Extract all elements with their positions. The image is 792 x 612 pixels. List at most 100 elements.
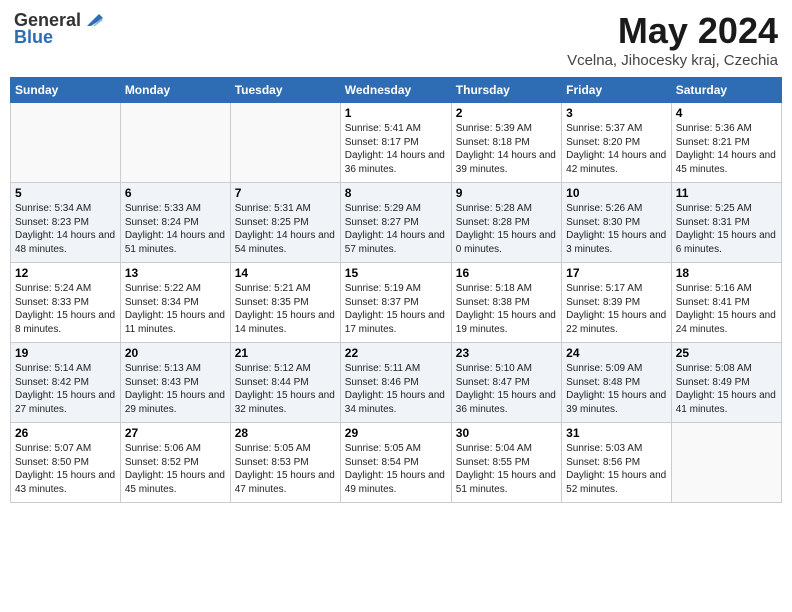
day-number: 12 [15, 266, 116, 280]
calendar-day-cell: 9 Sunrise: 5:28 AMSunset: 8:28 PMDaylight… [451, 183, 561, 263]
day-number: 31 [566, 426, 667, 440]
calendar-day-cell: 17Sunrise: 5:17 AMSunset: 8:39 PMDayligh… [562, 263, 672, 343]
day-number: 22 [345, 346, 447, 360]
calendar-day-cell: 16 Sunrise: 5:18 AMSunset: 8:38 PMDayligh… [451, 263, 561, 343]
day-info: Sunrise: 5:24 AMSunset: 8:33 PMDaylight:… [15, 282, 116, 336]
day-number: 25 [676, 346, 777, 360]
calendar-day-cell: 19 Sunrise: 5:14 AMSunset: 8:42 PMDayligh… [11, 343, 121, 423]
calendar-day-cell: 2 Sunrise: 5:39 AMSunset: 8:18 PMDaylight… [451, 103, 561, 183]
day-info: Sunrise: 5:28 AMSunset: 8:28 PMDaylight:… [456, 202, 557, 256]
day-number: 30 [456, 426, 557, 440]
day-number: 23 [456, 346, 557, 360]
calendar-table: SundayMondayTuesdayWednesdayThursdayFrid… [10, 77, 782, 503]
calendar-day-cell: 18 Sunrise: 5:16 AMSunset: 8:41 PMDayligh… [671, 263, 781, 343]
calendar-day-cell [230, 103, 340, 183]
day-info: Sunrise: 5:41 AMSunset: 8:17 PMDaylight:… [345, 122, 447, 176]
weekday-header: Monday [120, 78, 230, 103]
calendar-day-cell: 14Sunrise: 5:21 AMSunset: 8:35 PMDayligh… [230, 263, 340, 343]
day-number: 14 [235, 266, 336, 280]
calendar-day-cell: 10Sunrise: 5:26 AMSunset: 8:30 PMDayligh… [562, 183, 672, 263]
calendar-week-row: 5 Sunrise: 5:34 AMSunset: 8:23 PMDaylight… [11, 183, 782, 263]
day-info: Sunrise: 5:07 AMSunset: 8:50 PMDaylight:… [15, 442, 116, 496]
day-info: Sunrise: 5:36 AMSunset: 8:21 PMDaylight:… [676, 122, 777, 176]
day-number: 8 [345, 186, 447, 200]
logo-blue-text: Blue [14, 27, 53, 48]
calendar-day-cell: 20 Sunrise: 5:13 AMSunset: 8:43 PMDayligh… [120, 343, 230, 423]
day-number: 28 [235, 426, 336, 440]
calendar-day-cell: 7 Sunrise: 5:31 AMSunset: 8:25 PMDaylight… [230, 183, 340, 263]
calendar-day-cell: 8 Sunrise: 5:29 AMSunset: 8:27 PMDaylight… [340, 183, 451, 263]
calendar-day-cell: 4Sunrise: 5:36 AMSunset: 8:21 PMDaylight… [671, 103, 781, 183]
day-number: 15 [345, 266, 447, 280]
logo: General Blue [14, 10, 103, 48]
day-info: Sunrise: 5:09 AMSunset: 8:48 PMDaylight:… [566, 362, 667, 416]
calendar-day-cell: 27 Sunrise: 5:06 AMSunset: 8:52 PMDayligh… [120, 423, 230, 503]
day-number: 26 [15, 426, 116, 440]
calendar-day-cell [11, 103, 121, 183]
calendar-day-cell: 26 Sunrise: 5:07 AMSunset: 8:50 PMDayligh… [11, 423, 121, 503]
calendar-day-cell: 5 Sunrise: 5:34 AMSunset: 8:23 PMDaylight… [11, 183, 121, 263]
day-info: Sunrise: 5:19 AMSunset: 8:37 PMDaylight:… [345, 282, 447, 336]
day-number: 19 [15, 346, 116, 360]
day-number: 1 [345, 106, 447, 120]
day-number: 18 [676, 266, 777, 280]
day-number: 7 [235, 186, 336, 200]
calendar-day-cell: 31 Sunrise: 5:03 AMSunset: 8:56 PMDayligh… [562, 423, 672, 503]
location-text: Vcelna, Jihocesky kraj, Czechia [567, 52, 778, 69]
weekday-header: Friday [562, 78, 672, 103]
day-info: Sunrise: 5:08 AMSunset: 8:49 PMDaylight:… [676, 362, 777, 416]
day-number: 11 [676, 186, 777, 200]
title-section: May 2024 Vcelna, Jihocesky kraj, Czechia [567, 10, 778, 69]
calendar-day-cell: 6 Sunrise: 5:33 AMSunset: 8:24 PMDaylight… [120, 183, 230, 263]
calendar-day-cell: 23 Sunrise: 5:10 AMSunset: 8:47 PMDayligh… [451, 343, 561, 423]
day-number: 6 [125, 186, 226, 200]
day-number: 5 [15, 186, 116, 200]
logo-icon [83, 12, 103, 28]
month-title: May 2024 [567, 10, 778, 52]
calendar-week-row: 19 Sunrise: 5:14 AMSunset: 8:42 PMDayligh… [11, 343, 782, 423]
calendar-week-row: 26 Sunrise: 5:07 AMSunset: 8:50 PMDayligh… [11, 423, 782, 503]
day-number: 2 [456, 106, 557, 120]
day-info: Sunrise: 5:17 AMSunset: 8:39 PMDaylight:… [566, 282, 667, 336]
calendar-day-cell: 30 Sunrise: 5:04 AMSunset: 8:55 PMDayligh… [451, 423, 561, 503]
day-number: 16 [456, 266, 557, 280]
day-info: Sunrise: 5:37 AMSunset: 8:20 PMDaylight:… [566, 122, 667, 176]
calendar-day-cell: 11 Sunrise: 5:25 AMSunset: 8:31 PMDayligh… [671, 183, 781, 263]
day-number: 24 [566, 346, 667, 360]
day-info: Sunrise: 5:25 AMSunset: 8:31 PMDaylight:… [676, 202, 777, 256]
day-info: Sunrise: 5:34 AMSunset: 8:23 PMDaylight:… [15, 202, 116, 256]
calendar-day-cell [120, 103, 230, 183]
day-info: Sunrise: 5:05 AMSunset: 8:53 PMDaylight:… [235, 442, 336, 496]
calendar-day-cell [671, 423, 781, 503]
day-info: Sunrise: 5:18 AMSunset: 8:38 PMDaylight:… [456, 282, 557, 336]
weekday-header: Thursday [451, 78, 561, 103]
calendar-day-cell: 24 Sunrise: 5:09 AMSunset: 8:48 PMDayligh… [562, 343, 672, 423]
day-info: Sunrise: 5:29 AMSunset: 8:27 PMDaylight:… [345, 202, 447, 256]
day-info: Sunrise: 5:06 AMSunset: 8:52 PMDaylight:… [125, 442, 226, 496]
calendar-week-row: 1 Sunrise: 5:41 AMSunset: 8:17 PMDaylight… [11, 103, 782, 183]
day-info: Sunrise: 5:31 AMSunset: 8:25 PMDaylight:… [235, 202, 336, 256]
calendar-day-cell: 28 Sunrise: 5:05 AMSunset: 8:53 PMDayligh… [230, 423, 340, 503]
calendar-header-row: SundayMondayTuesdayWednesdayThursdayFrid… [11, 78, 782, 103]
day-info: Sunrise: 5:14 AMSunset: 8:42 PMDaylight:… [15, 362, 116, 416]
day-number: 13 [125, 266, 226, 280]
calendar-day-cell: 22 Sunrise: 5:11 AMSunset: 8:46 PMDayligh… [340, 343, 451, 423]
day-info: Sunrise: 5:10 AMSunset: 8:47 PMDaylight:… [456, 362, 557, 416]
day-info: Sunrise: 5:13 AMSunset: 8:43 PMDaylight:… [125, 362, 226, 416]
calendar-day-cell: 12 Sunrise: 5:24 AMSunset: 8:33 PMDayligh… [11, 263, 121, 343]
day-info: Sunrise: 5:39 AMSunset: 8:18 PMDaylight:… [456, 122, 557, 176]
day-info: Sunrise: 5:11 AMSunset: 8:46 PMDaylight:… [345, 362, 447, 416]
day-info: Sunrise: 5:04 AMSunset: 8:55 PMDaylight:… [456, 442, 557, 496]
day-number: 10 [566, 186, 667, 200]
day-number: 3 [566, 106, 667, 120]
day-number: 20 [125, 346, 226, 360]
day-info: Sunrise: 5:33 AMSunset: 8:24 PMDaylight:… [125, 202, 226, 256]
day-info: Sunrise: 5:03 AMSunset: 8:56 PMDaylight:… [566, 442, 667, 496]
day-number: 9 [456, 186, 557, 200]
weekday-header: Tuesday [230, 78, 340, 103]
calendar-week-row: 12 Sunrise: 5:24 AMSunset: 8:33 PMDayligh… [11, 263, 782, 343]
weekday-header: Wednesday [340, 78, 451, 103]
day-info: Sunrise: 5:22 AMSunset: 8:34 PMDaylight:… [125, 282, 226, 336]
day-info: Sunrise: 5:16 AMSunset: 8:41 PMDaylight:… [676, 282, 777, 336]
day-number: 27 [125, 426, 226, 440]
